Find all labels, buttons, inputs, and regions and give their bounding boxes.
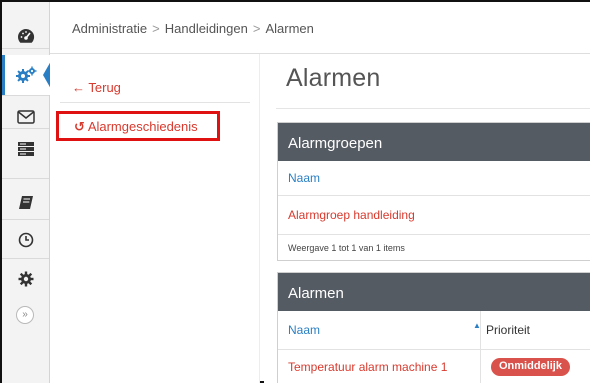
- rail-divider: [2, 178, 49, 179]
- clock-icon[interactable]: [2, 220, 49, 260]
- book-icon[interactable]: [2, 183, 49, 223]
- gear-icon[interactable]: [2, 259, 49, 299]
- column-header-naam[interactable]: Naam: [288, 323, 320, 337]
- column-header-label: Naam: [288, 171, 321, 185]
- column-divider: [480, 350, 481, 383]
- breadcrumb-bar: Administratie > Handleidingen > Alarmen: [50, 2, 590, 54]
- back-link-label: Terug: [88, 80, 121, 95]
- settings-cogs-icon[interactable]: [2, 55, 51, 95]
- breadcrumb: Administratie > Handleidingen > Alarmen: [72, 21, 314, 36]
- breadcrumb-separator: >: [252, 21, 261, 36]
- arrow-left-icon: ←: [72, 80, 85, 95]
- panel-title: Alarmgroepen: [278, 123, 590, 161]
- table-row[interactable]: Alarmgroep handleiding: [278, 195, 590, 234]
- dashboard-icon[interactable]: [2, 16, 49, 56]
- icon-rail: »: [2, 2, 51, 383]
- page-title: Alarmen: [286, 64, 381, 92]
- alarms-table-header: Naam ▲ Prioriteit: [278, 311, 590, 349]
- table-row[interactable]: Temperatuur alarm machine 1 Onmiddelijk: [278, 349, 590, 383]
- rail-divider: [2, 95, 49, 96]
- alarm-history-label: Alarmgeschiedenis: [87, 119, 198, 134]
- breadcrumb-separator: >: [152, 21, 160, 36]
- priority-badge: Onmiddelijk: [491, 358, 570, 376]
- column-header-prioriteit[interactable]: Prioriteit: [486, 323, 530, 337]
- column-header-naam[interactable]: Naam: [278, 161, 590, 195]
- title-divider: [276, 108, 590, 109]
- breadcrumb-item-alarmen: Alarmen: [265, 21, 314, 36]
- subnav-divider: [60, 102, 250, 103]
- panel-title: Alarmen: [278, 273, 590, 311]
- column-divider: [480, 311, 481, 349]
- rail-divider: [2, 48, 49, 49]
- server-icon[interactable]: [2, 129, 49, 169]
- alarm-name-link[interactable]: Temperatuur alarm machine 1: [288, 360, 447, 374]
- alarms-panel: Alarmen Naam ▲ Prioriteit Temperatuur al…: [277, 272, 590, 383]
- collapse-sidebar-button[interactable]: »: [16, 306, 34, 324]
- breadcrumb-item-administratie[interactable]: Administratie: [72, 21, 147, 36]
- alarm-groups-panel: Alarmgroepen Naam Alarmgroep handleiding…: [277, 122, 590, 261]
- secondary-nav: ← Terug ↺ Alarmgeschiedenis: [50, 54, 260, 383]
- breadcrumb-item-handleidingen[interactable]: Handleidingen: [165, 21, 248, 36]
- pagination-info: Weergave 1 tot 1 van 1 items: [278, 234, 590, 260]
- app-frame: » Administratie > Handleidingen > Alarmen ← …: [0, 0, 590, 383]
- main-content: Alarmen Alarmgroepen Naam Alarmgroep han…: [264, 54, 590, 383]
- history-icon: ↺: [74, 119, 85, 134]
- alarm-group-link[interactable]: Alarmgroep handleiding: [288, 208, 415, 222]
- back-link[interactable]: ← Terug: [72, 80, 121, 95]
- alarm-history-link[interactable]: ↺ Alarmgeschiedenis: [74, 119, 198, 135]
